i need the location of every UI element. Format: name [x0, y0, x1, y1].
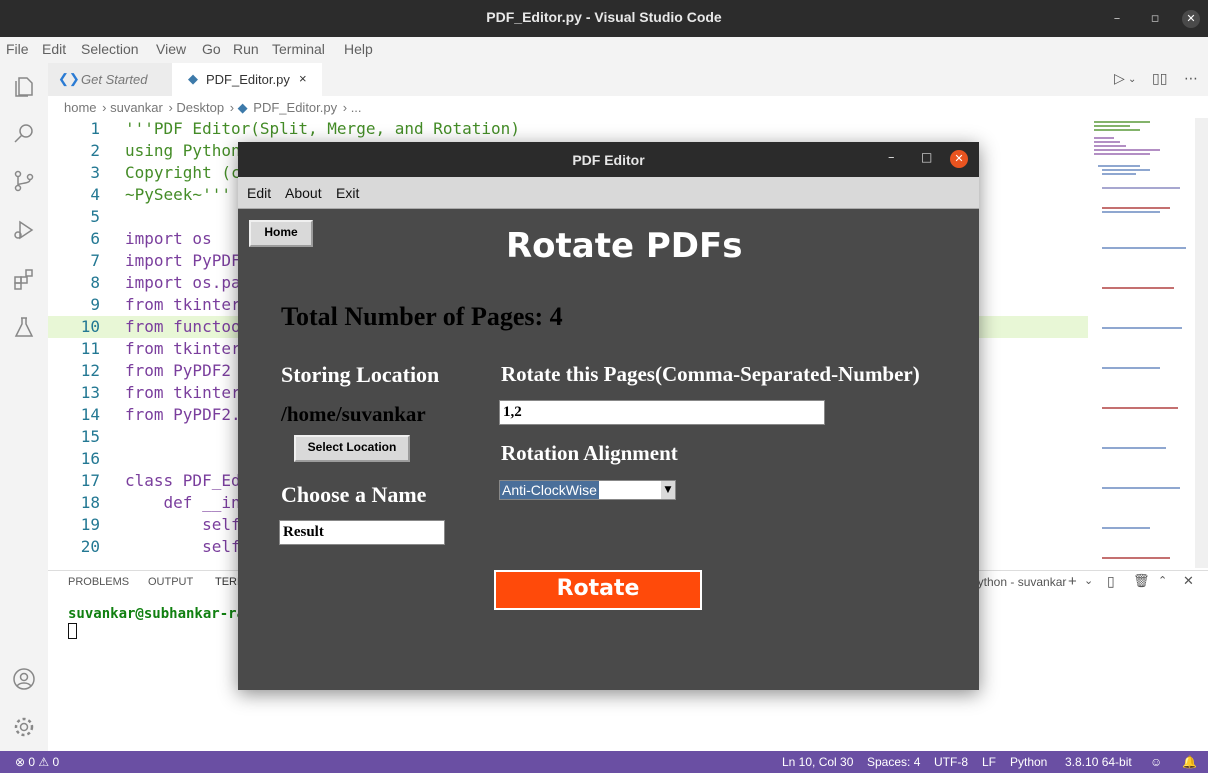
storing-location-value: /home/suvankar [281, 402, 426, 426]
window-titlebar: PDF_Editor.py - Visual Studio Code – ▫ ✕ [0, 0, 1208, 37]
terminal-cursor [68, 623, 77, 639]
search-icon[interactable] [12, 121, 36, 145]
tab-label: PDF_Editor.py [206, 72, 290, 87]
minimize-icon[interactable]: – [1108, 10, 1126, 28]
split-editor-icon[interactable]: ▯▯ [1152, 71, 1167, 87]
chevron-down-icon[interactable]: ⌄ [1128, 74, 1136, 85]
panel-tab-problems[interactable]: PROBLEMS [68, 576, 129, 588]
indentation-status[interactable]: Spaces: 4 [867, 755, 920, 769]
rotation-alignment-select[interactable]: Anti-ClockWise ▼ [499, 480, 676, 500]
menu-run[interactable]: Run [233, 41, 259, 57]
run-file-icon[interactable]: ▷ [1114, 71, 1125, 87]
activity-bar [0, 63, 48, 751]
menu-help[interactable]: Help [344, 41, 373, 57]
explorer-icon[interactable] [12, 75, 36, 99]
new-terminal-icon[interactable]: + [1068, 573, 1077, 590]
pages-field[interactable]: 1,2 [499, 400, 825, 425]
tab-close-icon[interactable]: × [299, 71, 307, 86]
dropdown-arrow-icon: ▼ [661, 481, 675, 499]
extensions-icon[interactable] [12, 267, 36, 291]
menu-selection[interactable]: Selection [81, 41, 139, 57]
language-status[interactable]: Python [1010, 755, 1047, 769]
tk-maximize-icon[interactable]: □ [921, 150, 932, 164]
account-icon[interactable] [12, 667, 36, 691]
tab-get-started[interactable]: ❮❯ Get Started [48, 63, 172, 96]
menu-go[interactable]: Go [202, 41, 221, 57]
tk-menu-bar: Edit About Exit [238, 177, 979, 209]
menu-terminal[interactable]: Terminal [272, 41, 325, 57]
split-terminal-icon[interactable]: ▯ [1107, 573, 1115, 590]
tk-minimize-icon[interactable]: – [888, 150, 895, 165]
storing-location-label: Storing Location [281, 362, 440, 387]
cursor-position[interactable]: Ln 10, Col 30 [782, 755, 853, 769]
panel-tab-output[interactable]: OUTPUT [148, 576, 193, 588]
feedback-icon[interactable]: ☺ [1150, 755, 1162, 769]
selected-option: Anti-ClockWise [500, 481, 599, 499]
menu-file[interactable]: File [6, 41, 29, 57]
menu-edit[interactable]: Edit [42, 41, 66, 57]
code-line: 1 '''PDF Editor(Split, Merge, and Rotatio… [90, 119, 520, 138]
close-icon[interactable]: ✕ [1182, 10, 1200, 28]
tk-close-icon[interactable]: ✕ [950, 150, 968, 168]
breadcrumb-item[interactable]: PDF_Editor.py [253, 100, 337, 115]
python-file-icon: ◆ [237, 100, 248, 115]
source-control-icon[interactable] [12, 169, 36, 193]
breadcrumb-item[interactable]: Desktop [176, 100, 224, 115]
python-file-icon: ◆ [188, 71, 198, 86]
terminal-prompt: suvankar@subhankar-ra [68, 606, 246, 622]
encoding-status[interactable]: UTF-8 [934, 755, 968, 769]
eol-status[interactable]: LF [982, 755, 996, 769]
tab-pdf-editor[interactable]: ◆ PDF_Editor.py × [172, 63, 322, 96]
maximize-panel-icon[interactable]: ⌃ [1158, 574, 1167, 587]
select-location-button[interactable]: Select Location [294, 435, 410, 462]
menu-view[interactable]: View [156, 41, 186, 57]
settings-gear-icon[interactable] [12, 715, 36, 739]
testing-icon[interactable] [12, 315, 36, 339]
rotate-pages-label: Rotate this Pages(Comma-Separated-Number… [501, 362, 920, 386]
editor-scrollbar[interactable] [1195, 118, 1208, 568]
tab-label: Get Started [81, 72, 148, 87]
chevron-down-icon[interactable]: ⌄ [1084, 574, 1093, 587]
terminal-selector[interactable]: python - suvankar [971, 575, 1066, 589]
trash-icon[interactable]: 🗑 [1133, 573, 1150, 589]
breadcrumb-item[interactable]: home [64, 100, 97, 115]
tk-window-title: PDF Editor [572, 152, 645, 168]
pdf-editor-window: PDF Editor – □ ✕ Edit About Exit Home Ro… [238, 142, 979, 690]
name-field[interactable]: Result [279, 520, 445, 545]
vscode-logo-icon: ❮❯ [58, 71, 80, 86]
tk-menu-exit[interactable]: Exit [336, 185, 359, 201]
close-panel-icon[interactable]: ✕ [1183, 573, 1194, 589]
minimap[interactable] [1090, 118, 1194, 568]
interpreter-status[interactable]: 3.8.10 64-bit [1065, 755, 1132, 769]
notifications-bell-icon[interactable]: 🔔 [1182, 755, 1197, 769]
rotate-button[interactable]: Rotate [494, 570, 702, 610]
breadcrumb-item[interactable]: ... [351, 100, 362, 115]
tk-menu-about[interactable]: About [285, 185, 322, 201]
problems-status[interactable]: ⊗ 0 ⚠ 0 [15, 755, 59, 769]
more-actions-icon[interactable]: ⋯ [1184, 71, 1198, 87]
menu-bar: File Edit Selection View Go Run Terminal… [0, 37, 1208, 63]
total-pages-label: Total Number of Pages: 4 [281, 302, 563, 331]
breadcrumb-item[interactable]: suvankar [110, 100, 163, 115]
editor-tabs: ❮❯ Get Started ◆ PDF_Editor.py × ▷ ⌄ ▯▯ … [48, 63, 1208, 96]
status-bar: ⊗ 0 ⚠ 0 Ln 10, Col 30 Spaces: 4 UTF-8 LF… [0, 751, 1208, 773]
tk-titlebar: PDF Editor – □ ✕ [238, 142, 979, 177]
rotation-alignment-label: Rotation Alignment [501, 441, 678, 465]
run-debug-icon[interactable] [12, 218, 36, 242]
home-button[interactable]: Home [249, 220, 313, 247]
window-title: PDF_Editor.py - Visual Studio Code [486, 9, 722, 25]
page-title: Rotate PDFs [506, 226, 743, 266]
maximize-icon[interactable]: ▫ [1146, 10, 1164, 28]
breadcrumb: home › suvankar › Desktop › ◆ PDF_Editor… [64, 100, 362, 115]
choose-name-label: Choose a Name [281, 482, 427, 507]
tk-menu-edit[interactable]: Edit [247, 185, 271, 201]
